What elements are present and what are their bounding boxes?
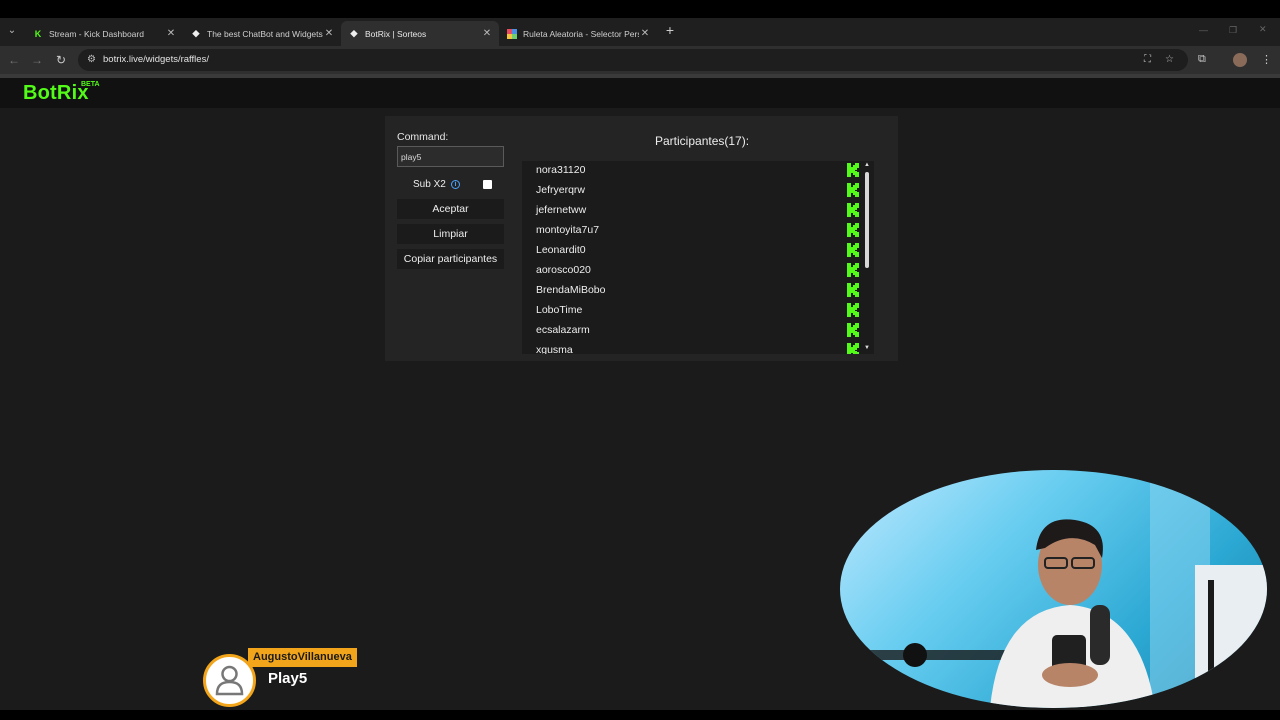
clear-button[interactable]: Limpiar (397, 224, 504, 244)
tab-search-chevron-icon[interactable]: ⌄ (4, 23, 20, 39)
list-item[interactable]: montoyita7u7 (522, 221, 862, 241)
profile-avatar-icon[interactable] (1233, 53, 1247, 67)
page-content: BotRix BETA Command: Sub X2 i Aceptar Li… (0, 78, 1280, 710)
participants-title: Participantes(17): (655, 134, 750, 148)
tab-botrix-sorteos[interactable]: ◆ BotRix | Sorteos ✕ (341, 21, 499, 46)
accept-button[interactable]: Aceptar (397, 199, 504, 219)
tab-kick-dashboard[interactable]: K Stream - Kick Dashboard ✕ (25, 21, 183, 46)
close-icon[interactable]: ✕ (639, 28, 651, 39)
avatar (203, 654, 256, 707)
participant-name: xgusma (536, 344, 573, 354)
close-icon[interactable]: ✕ (323, 28, 335, 39)
scroll-down-arrow-icon[interactable]: ▼ (864, 345, 870, 351)
sub-x2-checkbox[interactable] (483, 180, 492, 189)
diamond-icon: ◆ (192, 28, 200, 38)
translate-icon[interactable]: ⛶ (1144, 54, 1151, 65)
copy-participants-button[interactable]: Copiar participantes (397, 249, 504, 269)
streamer-webcam-image (840, 470, 1267, 708)
raffle-panel: Command: Sub X2 i Aceptar Limpiar Copiar… (385, 116, 898, 361)
sub-x2-label: Sub X2 (413, 179, 446, 190)
tab-label: The best ChatBot and Widgets (207, 28, 323, 39)
user-silhouette-icon (215, 665, 244, 696)
webcam-overlay (840, 470, 1267, 708)
kick-icon (847, 283, 859, 297)
command-input[interactable] (397, 146, 504, 167)
browser-tab-strip: ⌄ K Stream - Kick Dashboard ✕ ◆ The best… (0, 18, 1280, 46)
tab-label: Stream - Kick Dashboard (49, 28, 144, 39)
list-item[interactable]: Leonardit0 (522, 241, 862, 261)
kick-icon (847, 203, 859, 217)
site-info-icon[interactable]: ⚙ (87, 54, 96, 65)
participant-name: Jefryerqrw (536, 184, 586, 196)
tab-chatbot-widgets[interactable]: ◆ The best ChatBot and Widgets ✕ (183, 21, 341, 46)
maximize-icon[interactable]: ❐ (1229, 25, 1237, 36)
participant-name: LoboTime (536, 304, 583, 316)
scroll-up-arrow-icon[interactable]: ▲ (864, 162, 870, 168)
scrollbar-thumb[interactable] (865, 172, 869, 268)
kick-icon (847, 263, 859, 277)
browser-toolbar: ← → ↻ ⚙ botrix.live/widgets/raffles/ ⛶ ☆… (0, 46, 1280, 74)
list-item[interactable]: aorosco020 (522, 261, 862, 281)
extensions-icon[interactable]: ⧉ (1198, 53, 1206, 66)
tab-label: Ruleta Aleatoria - Selector Perso (523, 28, 639, 39)
participants-list[interactable]: nora31120 Jefryerqrw jefernetww montoyit… (522, 161, 874, 354)
diamond-icon: ◆ (350, 28, 358, 38)
chat-username-badge: AugustoVillanueva (248, 648, 357, 667)
close-window-icon[interactable]: ✕ (1259, 24, 1267, 35)
list-item[interactable]: LoboTime (522, 301, 862, 321)
chat-message-text: Play5 (268, 670, 308, 687)
list-item[interactable]: jefernetww (522, 201, 862, 221)
list-item[interactable]: Jefryerqrw (522, 181, 862, 201)
info-icon[interactable]: i (451, 180, 460, 189)
minimize-icon[interactable]: — (1199, 25, 1208, 35)
screen-bottom-bar (0, 710, 1280, 720)
wheel-icon (507, 28, 517, 39)
command-label: Command: (397, 131, 449, 143)
participant-name: aorosco020 (536, 264, 591, 276)
list-item[interactable]: xgusma (522, 341, 862, 354)
participant-name: jefernetww (536, 204, 587, 216)
kick-icon: K (34, 28, 42, 39)
list-item[interactable]: nora31120 (522, 161, 862, 181)
participant-name: BrendaMiBobo (536, 284, 606, 296)
kick-icon (847, 183, 859, 197)
kick-icon (847, 343, 859, 354)
menu-kebab-icon[interactable]: ⋮ (1261, 53, 1272, 66)
back-icon[interactable]: ← (7, 53, 21, 67)
kick-icon (847, 163, 859, 177)
reload-icon[interactable]: ↻ (54, 53, 68, 67)
close-icon[interactable]: ✕ (481, 28, 493, 39)
kick-icon (847, 303, 859, 317)
participant-name: ecsalazarm (536, 324, 590, 336)
tab-label: BotRix | Sorteos (365, 28, 427, 39)
kick-icon (847, 223, 859, 237)
participant-name: nora31120 (536, 164, 586, 176)
participant-name: Leonardit0 (536, 244, 586, 256)
botrix-logo[interactable]: BotRix (23, 82, 89, 105)
list-item[interactable]: BrendaMiBobo (522, 281, 862, 301)
participant-name: montoyita7u7 (536, 224, 600, 236)
bookmark-star-icon[interactable]: ☆ (1165, 54, 1174, 65)
screen-top-bar (0, 0, 1280, 18)
beta-badge: BETA (81, 81, 100, 88)
kick-icon (847, 323, 859, 337)
tab-ruleta-aleatoria[interactable]: Ruleta Aleatoria - Selector Perso ✕ (499, 21, 657, 46)
app-header: BotRix BETA (0, 78, 1280, 108)
forward-icon[interactable]: → (30, 53, 44, 67)
new-tab-button[interactable]: + (663, 22, 677, 38)
url-text[interactable]: botrix.live/widgets/raffles/ (103, 54, 209, 65)
close-icon[interactable]: ✕ (165, 28, 177, 39)
list-item[interactable]: ecsalazarm (522, 321, 862, 341)
address-bar[interactable]: ⚙ botrix.live/widgets/raffles/ ⛶ ☆ (78, 49, 1188, 71)
kick-icon (847, 243, 859, 257)
